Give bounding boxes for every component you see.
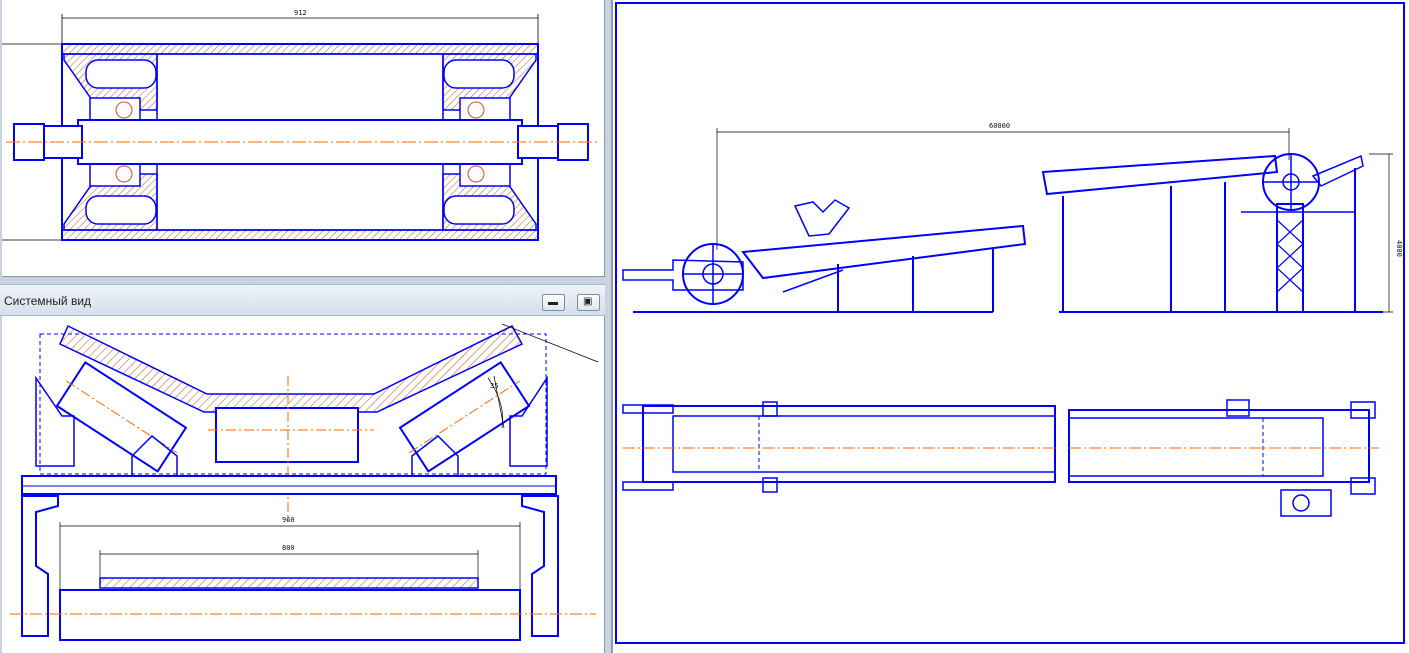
roller-section-viewport[interactable]: 912 [2, 0, 605, 277]
dim-idler-short: 35 [490, 382, 498, 390]
roller-section-drawing: 912 [2, 9, 600, 241]
conveyor-view-viewport[interactable]: 60000 4000 [611, 0, 1409, 653]
window-title: Системный вид [4, 294, 92, 308]
idler-view-drawing: 35 960 800 [10, 323, 599, 641]
restore-icon: ▣ [583, 296, 593, 307]
idler-view-viewport[interactable]: 35 960 800 [2, 316, 605, 653]
dim-conveyor-length: 60000 [989, 122, 1010, 130]
restore-button[interactable]: ▣ [577, 294, 600, 311]
minimize-button[interactable]: ▬ [542, 294, 565, 311]
system-view-titlebar[interactable]: Системный вид ▬ ▣ [0, 284, 605, 316]
dim-roller-length: 912 [294, 9, 307, 17]
dim-conveyor-height: 4000 [1395, 240, 1403, 257]
conveyor-view-drawing: 60000 4000 [615, 2, 1405, 644]
dim-idler-frame: 960 [282, 516, 295, 524]
minimize-icon: ▬ [548, 297, 558, 308]
dim-idler-belt: 800 [282, 544, 295, 552]
